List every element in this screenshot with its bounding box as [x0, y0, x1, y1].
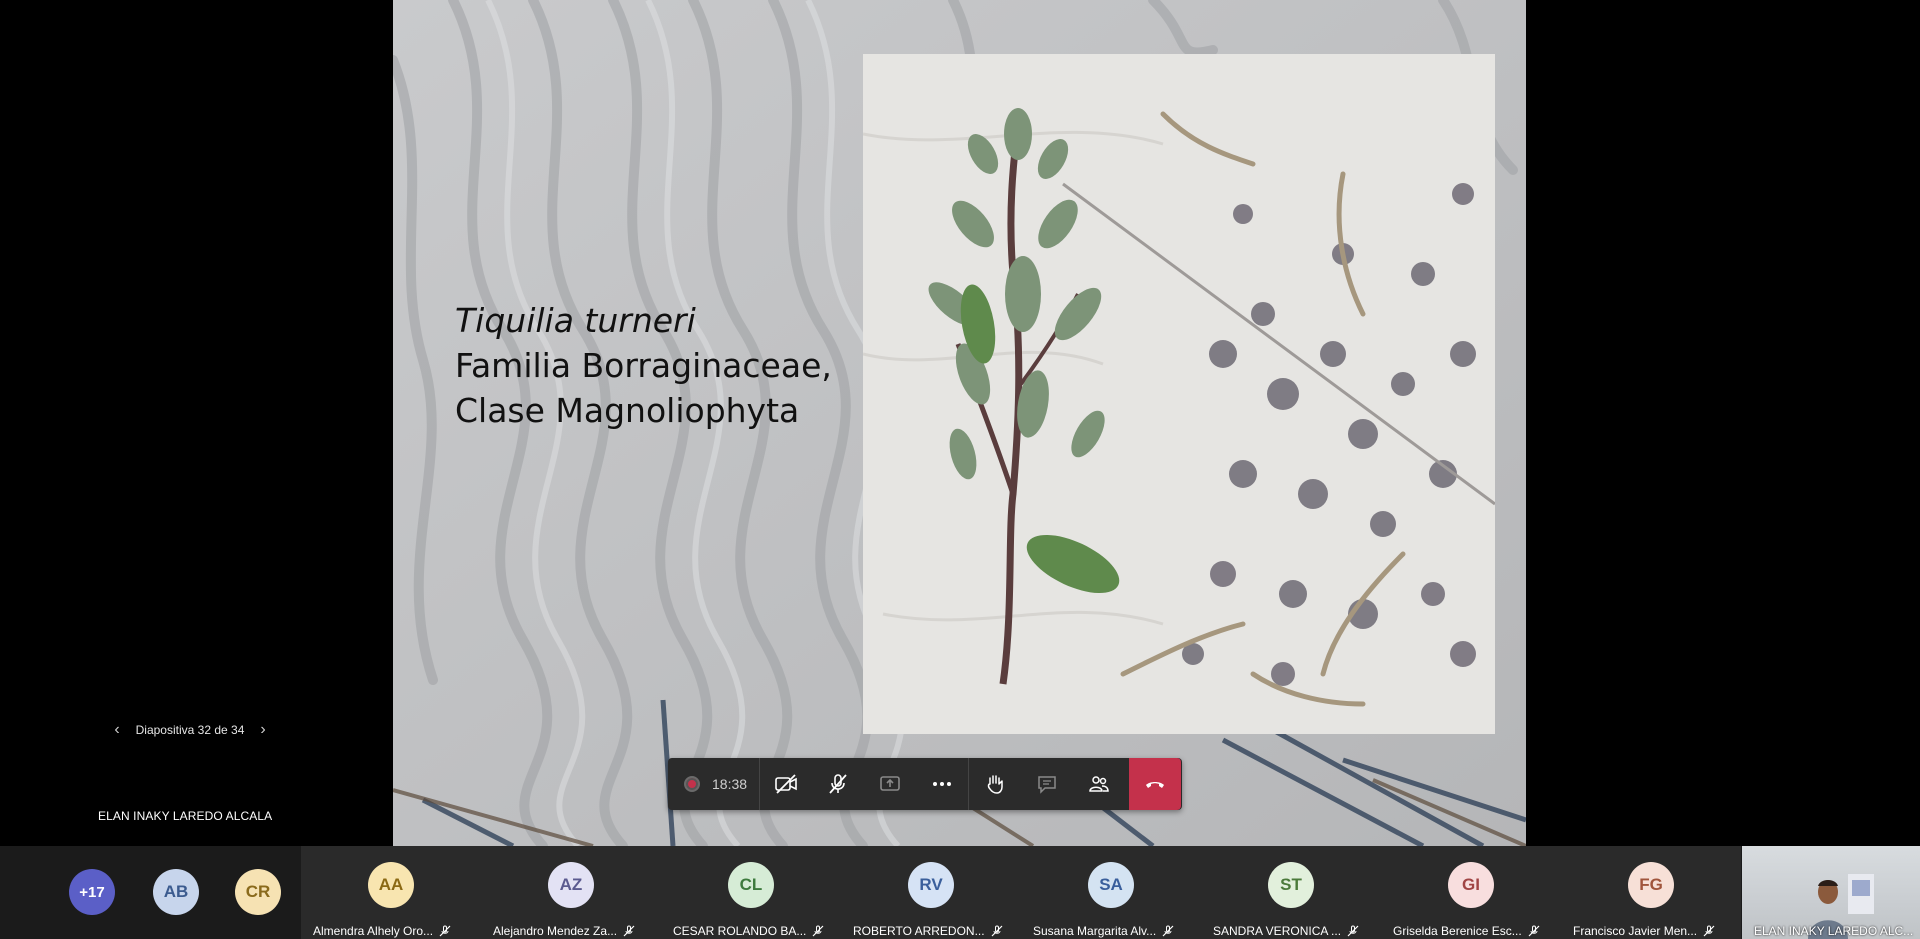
- mic-off-icon: [1162, 925, 1174, 937]
- mic-off-icon: [812, 925, 824, 937]
- avatar[interactable]: CR: [235, 869, 281, 915]
- family-line: Familia Borraginaceae,: [455, 346, 832, 385]
- avatar: RV: [908, 862, 954, 908]
- participant-tile[interactable]: AA Almendra Alhely Oro...: [301, 846, 481, 939]
- chat-icon: [1038, 776, 1056, 794]
- mic-off-icon: [439, 925, 451, 937]
- class-line: Clase Magnoliophyta: [455, 391, 800, 430]
- mic-toggle-button[interactable]: [812, 758, 864, 810]
- hang-up-button[interactable]: [1129, 758, 1182, 810]
- species-name: Tiquilia turneri: [455, 301, 696, 340]
- video-off-icon: [775, 774, 797, 794]
- avatar: SA: [1088, 862, 1134, 908]
- avatar: FG: [1628, 862, 1674, 908]
- participants-button[interactable]: [1073, 758, 1125, 810]
- hang-up-icon: [1146, 782, 1165, 788]
- participant-strip: +17 AB CR AA Almendra Alhely Oro... AZ A…: [0, 846, 1920, 939]
- avatar: AA: [368, 862, 414, 908]
- participant-tile[interactable]: RV ROBERTO ARREDON...: [841, 846, 1021, 939]
- mic-off-icon: [829, 774, 847, 794]
- avatar: CL: [728, 862, 774, 908]
- share-icon: [880, 776, 900, 791]
- recording-indicator: 18:38: [668, 758, 761, 810]
- participant-tile[interactable]: FG Francisco Javier Men...: [1561, 846, 1741, 939]
- participant-name: Almendra Alhely Oro...: [313, 924, 434, 938]
- slide-navigation: ‹ Diapositiva 32 de 34 ›: [110, 720, 270, 740]
- mic-off-icon: [623, 925, 635, 937]
- participant-name: SANDRA VERONICA ...: [1213, 924, 1342, 938]
- raise-hand-icon: [987, 775, 1003, 794]
- more-actions-button[interactable]: [916, 758, 968, 810]
- chevron-right-icon[interactable]: ›: [256, 721, 270, 739]
- participant-name: Susana Margarita Alv...: [1033, 924, 1157, 938]
- participants-icon: [1089, 776, 1109, 792]
- plant-photo: [863, 54, 1495, 734]
- participant-tile[interactable]: AZ Alejandro Mendez Za...: [481, 846, 661, 939]
- presenter-name: ELAN INAKY LAREDO ALCALA: [98, 809, 273, 823]
- participant-name: Francisco Javier Men...: [1573, 924, 1698, 938]
- raise-hand-button[interactable]: [969, 758, 1021, 810]
- participant-tile[interactable]: SA Susana Margarita Alv...: [1021, 846, 1201, 939]
- participant-tile[interactable]: ST SANDRA VERONICA ...: [1201, 846, 1381, 939]
- video-toggle-button[interactable]: [760, 758, 812, 810]
- participant-name: Griselda Berenice Esc...: [1393, 924, 1522, 938]
- mic-off-icon: [1347, 925, 1359, 937]
- mic-off-icon: [1703, 925, 1715, 937]
- participant-tile[interactable]: CL CESAR ROLANDO BA...: [661, 846, 841, 939]
- mic-off-icon: [991, 925, 1003, 937]
- avatar: ST: [1268, 862, 1314, 908]
- shared-slide: Tiquilia turneri Familia Borraginaceae, …: [393, 0, 1526, 846]
- participant-name: ROBERTO ARREDON...: [853, 924, 985, 938]
- avatar[interactable]: AB: [153, 869, 199, 915]
- mic-off-icon: [1528, 925, 1540, 937]
- avatar: AZ: [548, 862, 594, 908]
- chevron-left-icon[interactable]: ‹: [110, 721, 124, 739]
- self-video-tile[interactable]: ELAN INAKY LAREDO ALC...: [1742, 846, 1920, 939]
- participant-name: CESAR ROLANDO BA...: [673, 924, 807, 938]
- record-dot-icon: [684, 776, 700, 792]
- participant-tile[interactable]: GI Griselda Berenice Esc...: [1381, 846, 1561, 939]
- share-content-button[interactable]: [864, 758, 916, 810]
- avatar: GI: [1448, 862, 1494, 908]
- slide-counter: Diapositiva 32 de 34: [135, 723, 245, 737]
- plant-photo-image: [863, 54, 1495, 734]
- self-name: ELAN INAKY LAREDO ALC...: [1754, 924, 1914, 938]
- participant-name: Alejandro Mendez Za...: [493, 924, 618, 938]
- slide-text: Tiquilia turneri Familia Borraginaceae, …: [455, 298, 875, 433]
- more-participants-badge[interactable]: +17: [69, 869, 115, 915]
- chat-button[interactable]: [1021, 758, 1073, 810]
- recording-time: 18:38: [712, 776, 748, 792]
- meeting-controls: 18:38: [668, 758, 1182, 810]
- more-icon: [933, 782, 952, 786]
